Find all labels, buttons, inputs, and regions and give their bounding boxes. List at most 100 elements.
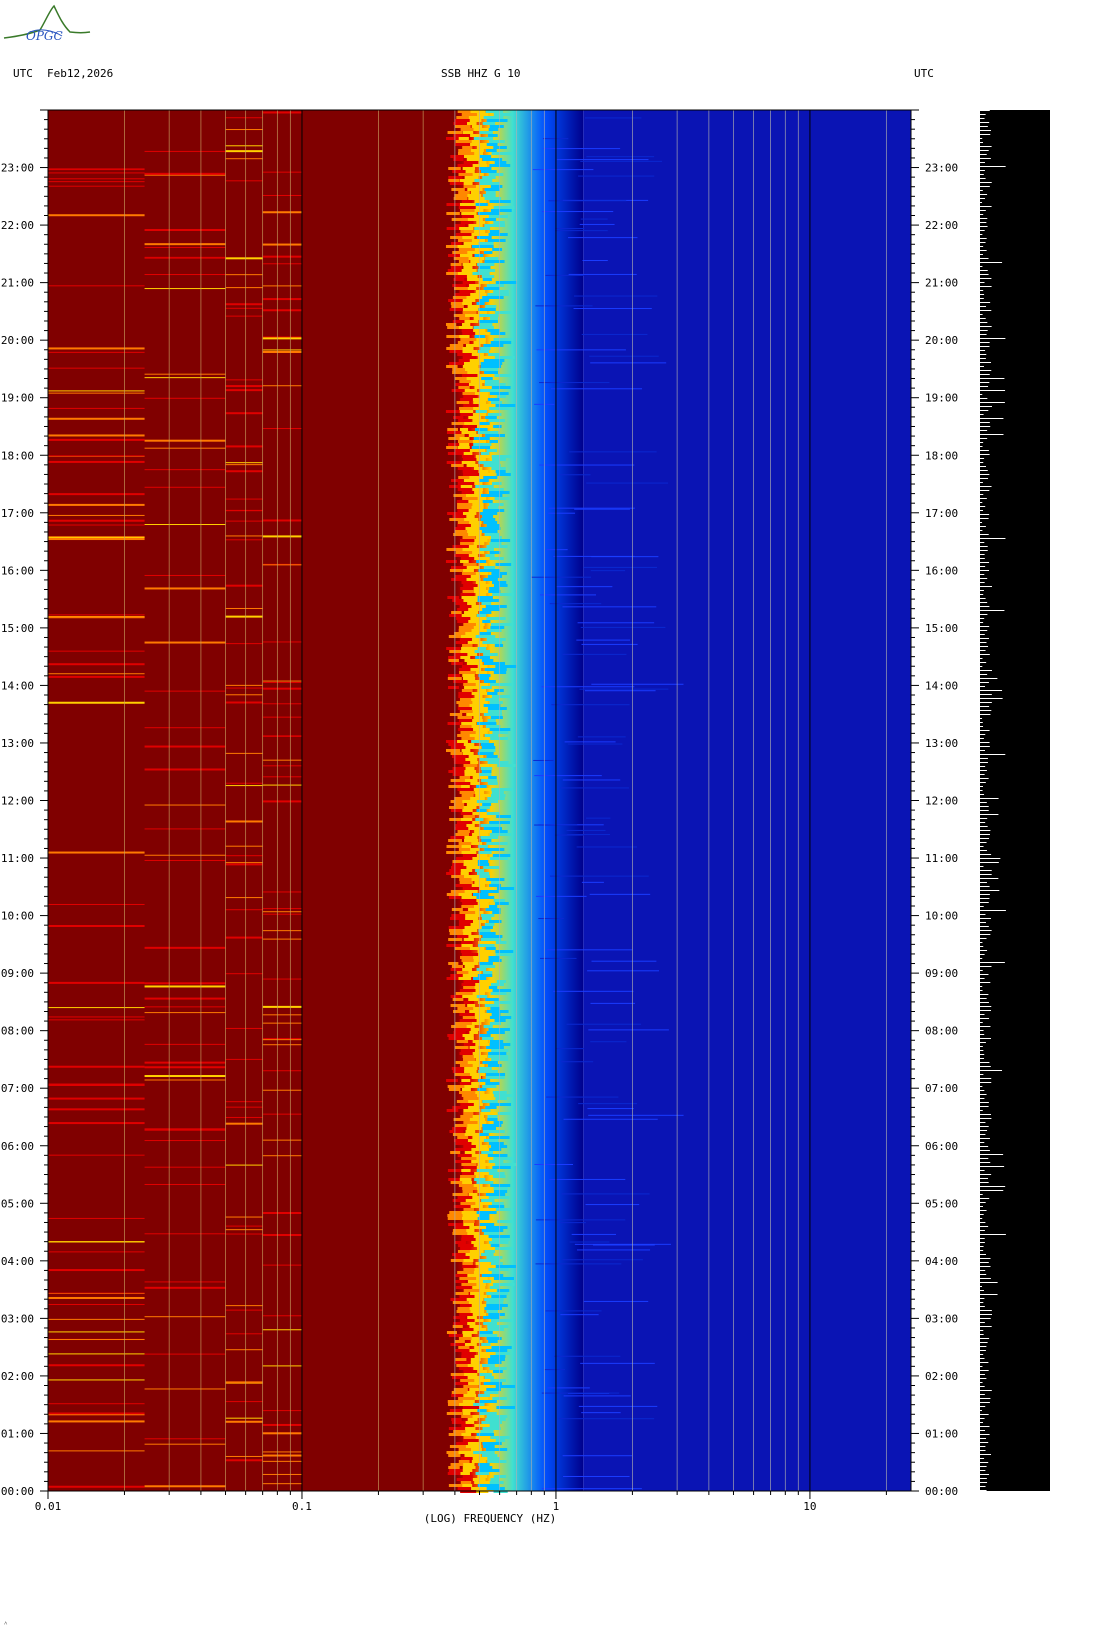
spectrogram-row [478, 1439, 491, 1442]
trace-segment [980, 1034, 985, 1035]
spectrogram-streak [48, 493, 145, 496]
spectrogram-streak [144, 524, 226, 526]
trace-segment [980, 502, 983, 503]
spectrogram-streak [591, 683, 684, 685]
spectrogram-row [458, 1460, 470, 1463]
spectrogram-streak [225, 1164, 263, 1166]
spectrogram-row [478, 563, 488, 566]
spectrogram-row [468, 1106, 480, 1109]
spectrogram-row [479, 182, 500, 185]
trace-segment [980, 478, 989, 479]
spectrogram-row [472, 1064, 485, 1067]
spectrogram-row [460, 899, 477, 902]
spectrogram-row [480, 767, 493, 770]
spectrogram-streak [48, 285, 145, 287]
trace-segment [980, 510, 984, 511]
spectrogram-row [484, 923, 495, 926]
trace-segment [980, 990, 983, 991]
spectrogram-streak [577, 622, 655, 624]
spectrogram-row [488, 956, 500, 959]
spectrogram-row [491, 386, 511, 389]
spectrogram-row [462, 374, 479, 377]
trace-segment [980, 854, 992, 855]
frequency-axis: 0.01 0.1 1 10 [35, 1491, 887, 1513]
spectrogram-row [463, 806, 477, 809]
spectrogram-streak [262, 350, 302, 353]
spectrogram-row [470, 617, 488, 620]
trace-segment [980, 370, 992, 371]
trace-segment [980, 242, 986, 243]
spectrogram-row [493, 1094, 513, 1097]
spectrogram-row [449, 1445, 468, 1448]
y-tick-label-left: 12:00 [1, 795, 34, 808]
spectrogram-row [482, 1427, 501, 1430]
spectrogram-row [476, 854, 488, 857]
spectrogram-row [479, 677, 490, 680]
trace-segment [980, 118, 985, 119]
spectrogram-row [493, 584, 508, 587]
spectrogram-streak [48, 1292, 145, 1294]
y-tick-label-left: 22:00 [1, 219, 34, 232]
trace-segment [980, 1150, 990, 1151]
spectrogram-row [459, 290, 474, 293]
spectrogram-streak [225, 1229, 263, 1231]
spectrogram-row [474, 1355, 493, 1358]
spectrogram-row [476, 221, 486, 224]
spectrogram-streak [144, 447, 226, 449]
spectrogram-row [446, 446, 458, 449]
spectrogram-streak [580, 1362, 655, 1364]
spectrogram-row [476, 809, 487, 812]
spectrogram-row [475, 1238, 492, 1241]
spectrogram-streak [48, 1318, 145, 1320]
trace-segment [980, 1330, 984, 1331]
spectrogram-row [450, 263, 462, 266]
spectrogram-streak [588, 1029, 669, 1031]
spectrogram-row [485, 380, 499, 383]
spectrogram-row [486, 1010, 509, 1013]
spectrogram-streak [225, 539, 263, 541]
y-tick-label-left: 15:00 [1, 622, 34, 635]
trace-segment [980, 302, 991, 303]
trace-segment [980, 926, 989, 927]
spectrogram-row [493, 113, 513, 116]
spectrogram-streak [48, 214, 145, 217]
trace-segment [980, 714, 991, 715]
spectrogram-streak [262, 1022, 302, 1024]
trace-segment [980, 1038, 991, 1039]
spectrogram-row [457, 830, 470, 833]
spectrogram-row [462, 1190, 473, 1193]
spectrogram-row [464, 1037, 474, 1040]
spectrogram-row [478, 674, 491, 677]
spectrogram-row [474, 695, 483, 698]
y-tick-label-right: 10:00 [925, 910, 958, 923]
trace-segment [980, 1146, 989, 1147]
spectrogram-row [462, 1262, 473, 1265]
spectrogram-streak [48, 178, 145, 180]
spectrogram-row [474, 200, 487, 203]
trace-segment [980, 410, 989, 411]
spectrogram-streak [225, 936, 263, 939]
spectrogram-streak [225, 909, 263, 911]
spectrogram-row [473, 1451, 495, 1454]
trace-segment [980, 466, 987, 467]
trace-segment [980, 998, 987, 999]
trace-segment [980, 1302, 984, 1303]
spectrogram-row [458, 704, 471, 707]
trace-segment [980, 402, 1005, 403]
spectrogram-row [478, 320, 498, 323]
trace-segment [980, 958, 983, 959]
trace-segment [980, 674, 988, 675]
spectrogram-streak [225, 973, 263, 975]
spectrogram-row [476, 560, 487, 563]
trace-segment [980, 254, 983, 255]
spectrogram-row [445, 560, 457, 563]
trace-segment [980, 450, 989, 451]
spectrogram-row [461, 614, 477, 617]
spectrogram-streak [225, 1420, 263, 1423]
spectrogram-row [488, 1340, 498, 1343]
spectrogram-streak [262, 309, 302, 312]
x-axis-label: (LOG) FREQUENCY (HZ) [424, 1512, 556, 1525]
spectrogram-row [467, 1391, 476, 1394]
spectrogram-row [474, 539, 488, 542]
spectrogram-row [486, 1304, 508, 1307]
